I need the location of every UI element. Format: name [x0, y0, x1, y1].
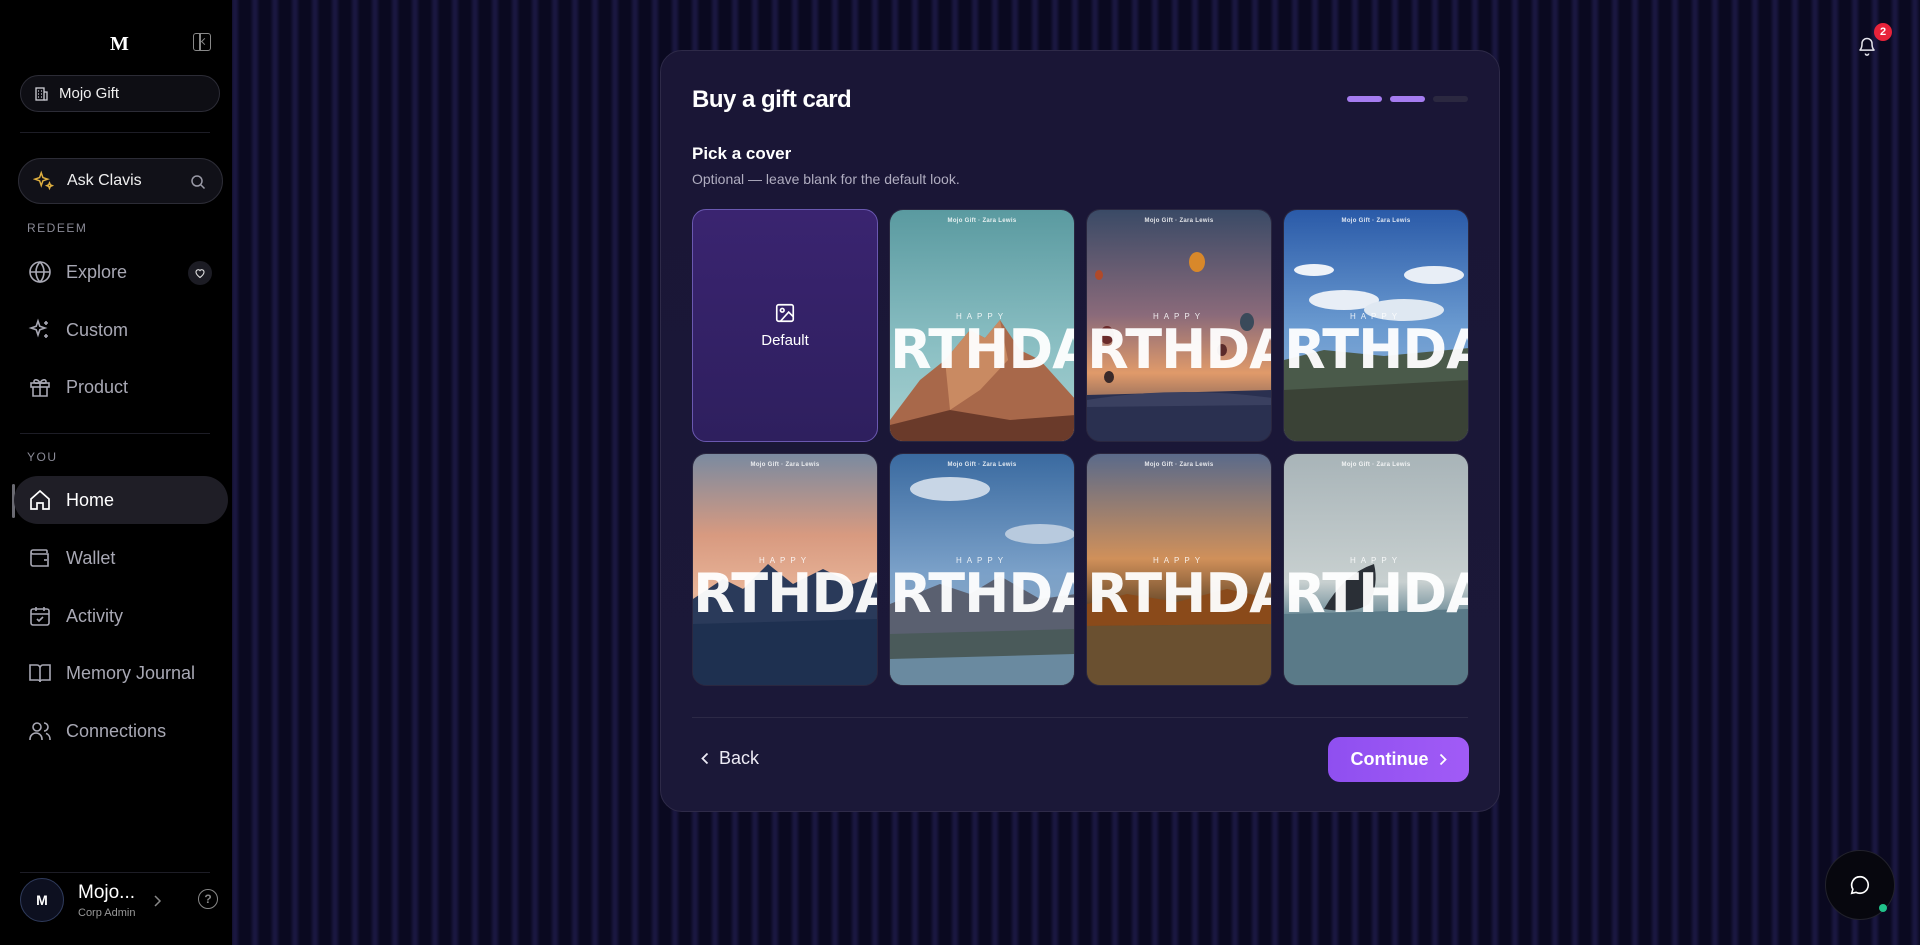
sidebar-item-custom[interactable]: Custom: [14, 306, 228, 354]
cover-title: IRTHDA: [890, 318, 1074, 381]
cover-title: IRTHDA: [1284, 318, 1468, 381]
heart-icon[interactable]: [188, 261, 212, 285]
continue-button[interactable]: Continue: [1328, 737, 1469, 782]
workspace-switcher[interactable]: Mojo Gift: [20, 75, 220, 112]
sidebar-item-wallet[interactable]: Wallet: [14, 534, 228, 582]
sidebar-item-label: Home: [66, 489, 115, 510]
divider: [692, 717, 1468, 718]
sparkles-icon: [33, 170, 55, 191]
step-indicator: [1433, 96, 1468, 102]
chat-bubble-icon: [1850, 875, 1869, 895]
cover-brand: Mojo Gift · Zara Lewis: [750, 462, 820, 468]
cover-option-default[interactable]: Default: [692, 209, 878, 442]
step-indicator: [1347, 96, 1382, 102]
book-icon: [29, 664, 51, 683]
step-progress: [1347, 96, 1468, 102]
cover-option[interactable]: Mojo Gift · Zara Lewis HAPPY IRTHDA: [1283, 453, 1469, 686]
continue-label: Continue: [1350, 749, 1429, 769]
gift-icon: [30, 379, 50, 397]
notification-badge: 2: [1874, 23, 1892, 41]
user-profile[interactable]: M Mojo... Corp Admin ?: [20, 872, 230, 928]
cover-brand: Mojo Gift · Zara Lewis: [1144, 218, 1214, 224]
page-title: Buy a gift card: [692, 86, 852, 113]
image-icon: [775, 303, 795, 323]
users-icon: [29, 722, 51, 740]
sidebar-item-label: Activity: [66, 605, 124, 626]
sidebar-item-label: Product: [66, 376, 129, 397]
sidebar-item-home[interactable]: Home: [14, 476, 228, 524]
cover-option[interactable]: Mojo Gift · Zara Lewis HAPPY IRTHDA: [1283, 209, 1469, 442]
sidebar-item-label: Wallet: [66, 547, 116, 568]
chevron-left-icon: [701, 752, 709, 765]
sidebar: M Mojo Gift Ask Clavis REDEEM Explore Cu…: [0, 0, 232, 945]
cover-option[interactable]: Mojo Gift · Zara Lewis HAPPY IRTHDA: [1086, 453, 1272, 686]
cover-brand: Mojo Gift · Zara Lewis: [1341, 462, 1411, 468]
collapse-sidebar-icon[interactable]: [193, 33, 211, 51]
cover-option[interactable]: Mojo Gift · Zara Lewis HAPPY IRTHDA: [1086, 209, 1272, 442]
cover-brand: Mojo Gift · Zara Lewis: [947, 462, 1017, 468]
user-role: Corp Admin: [78, 906, 136, 919]
cover-option[interactable]: Mojo Gift · Zara Lewis HAPPY IRTHDA: [889, 209, 1075, 442]
back-label: Back: [719, 748, 760, 768]
sidebar-item-activity[interactable]: Activity: [14, 592, 228, 640]
building-icon: [35, 86, 48, 101]
cover-title: IRTHDA: [1284, 562, 1468, 625]
cover-brand: Mojo Gift · Zara Lewis: [1341, 218, 1411, 224]
section-label-redeem: REDEEM: [27, 221, 88, 235]
step-indicator: [1390, 96, 1425, 102]
cover-grid: Default Mojo Gift · Zara Lewis HAPPY IRT…: [692, 209, 1470, 686]
cover-option[interactable]: Mojo Gift · Zara Lewis HAPPY IRTHDA: [692, 453, 878, 686]
home-icon: [30, 489, 50, 510]
cover-title: IRTHDA: [693, 562, 877, 625]
sparkles-icon: [28, 318, 48, 338]
cover-title: IRTHDA: [1087, 318, 1271, 381]
sidebar-item-connections[interactable]: Connections: [14, 707, 228, 755]
back-button[interactable]: Back: [701, 748, 759, 769]
cover-title: IRTHDA: [890, 562, 1074, 625]
section-label-you: YOU: [27, 450, 58, 464]
help-icon[interactable]: ?: [198, 889, 218, 909]
online-status-dot: [1879, 904, 1887, 912]
wallet-icon: [30, 549, 49, 567]
chevron-right-icon: [1439, 753, 1447, 766]
divider: [20, 433, 210, 434]
sidebar-item-label: Memory Journal: [66, 662, 196, 683]
app-logo[interactable]: M: [110, 33, 129, 56]
sidebar-item-product[interactable]: Product: [14, 363, 228, 411]
avatar: M: [20, 878, 64, 922]
ask-clavis-button[interactable]: Ask Clavis: [18, 158, 223, 204]
chevron-right-icon: [154, 895, 162, 907]
default-label: Default: [761, 332, 809, 349]
globe-icon: [29, 260, 51, 284]
sidebar-item-label: Explore: [66, 261, 128, 282]
sidebar-item-label: Custom: [66, 319, 129, 340]
user-name: Mojo...: [78, 881, 136, 903]
cover-brand: Mojo Gift · Zara Lewis: [1144, 462, 1214, 468]
search-icon: [191, 175, 206, 190]
ask-clavis-label: Ask Clavis: [67, 172, 142, 189]
workspace-name: Mojo Gift: [59, 85, 120, 102]
sidebar-item-explore[interactable]: Explore: [14, 248, 228, 296]
cover-option[interactable]: Mojo Gift · Zara Lewis HAPPY IRTHDA: [889, 453, 1075, 686]
sidebar-item-label: Connections: [66, 720, 167, 741]
sidebar-item-memory-journal[interactable]: Memory Journal: [14, 649, 228, 697]
section-title: Pick a cover: [692, 144, 792, 163]
cover-title: IRTHDA: [1087, 562, 1271, 625]
cover-brand: Mojo Gift · Zara Lewis: [947, 218, 1017, 224]
gift-card-wizard: Buy a gift card Pick a cover Optional — …: [660, 50, 1500, 812]
calendar-check-icon: [30, 607, 50, 626]
divider: [20, 132, 210, 133]
bell-icon[interactable]: [1857, 35, 1877, 57]
section-subtitle: Optional — leave blank for the default l…: [692, 171, 960, 187]
